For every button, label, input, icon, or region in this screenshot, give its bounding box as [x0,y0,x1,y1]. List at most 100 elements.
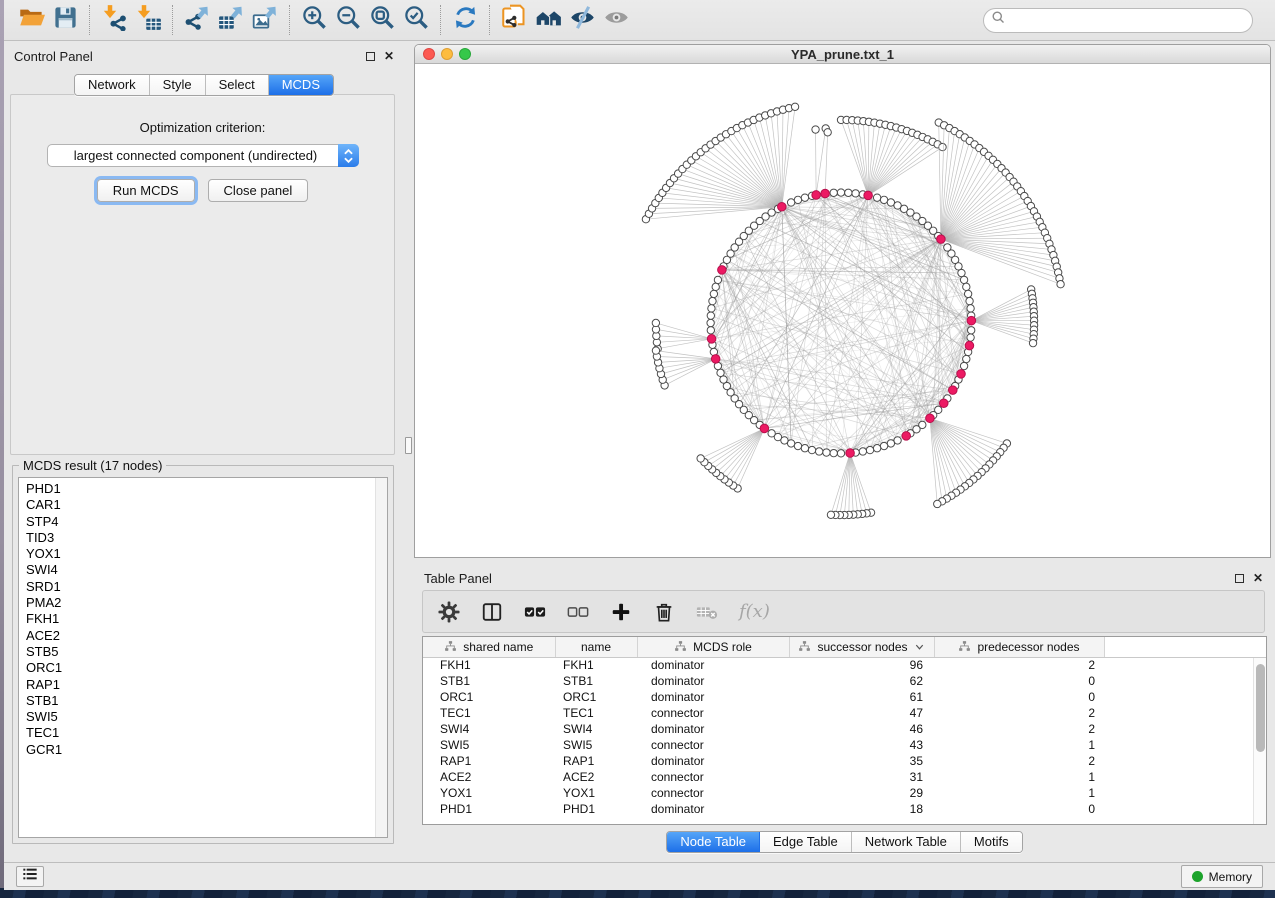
zoom-out-icon [335,4,362,36]
column-header-name[interactable]: name [555,637,637,657]
float-panel-icon[interactable] [366,52,375,61]
selected-option: largest connected component (undirected) [48,148,338,163]
tab-node-table[interactable]: Node Table [667,832,760,852]
optimization-criterion-select[interactable]: largest connected component (undirected) [47,144,359,167]
table-row[interactable]: PHD1 PHD1 dominator 18 0 [423,801,1266,817]
tab-mcds[interactable]: MCDS [269,75,333,95]
hide-selected-button[interactable] [565,4,599,36]
table-header-row: shared name name MCDS role successor nod… [423,637,1266,657]
network-window-titlebar[interactable]: YPA_prune.txt_1 [415,45,1270,64]
open-file-button[interactable] [14,4,48,36]
column-header-mcds-role[interactable]: MCDS role [637,637,789,657]
float-panel-icon[interactable] [1235,574,1244,583]
table-row[interactable]: STB1 STB1 dominator 62 0 [423,673,1266,689]
mcds-result-item[interactable]: SWI5 [26,709,387,725]
table-mode-button[interactable] [438,601,460,623]
export-image-button[interactable] [248,4,282,36]
zoom-out-button[interactable] [331,4,365,36]
first-neighbors-button[interactable] [531,4,565,36]
network-canvas[interactable] [415,65,1270,557]
mcds-result-item[interactable]: STB1 [26,693,387,709]
mcds-result-item[interactable]: STB5 [26,644,387,660]
mcds-result-item[interactable]: GCR1 [26,742,387,758]
import-table-button[interactable] [131,4,165,36]
mcds-result-item[interactable]: STP4 [26,514,387,530]
mcds-result-title: MCDS result (17 nodes) [19,458,166,473]
houses-icon [535,4,562,36]
mcds-result-item[interactable]: YOX1 [26,546,387,562]
mcds-result-item[interactable]: ORC1 [26,660,387,676]
deselect-all-button[interactable] [567,601,589,623]
mcds-result-item[interactable]: PMA2 [26,595,387,611]
show-columns-button[interactable] [481,601,503,623]
tab-motifs[interactable]: Motifs [961,832,1022,852]
export-network-button[interactable] [180,4,214,36]
tab-network[interactable]: Network [75,75,150,95]
network-graph[interactable] [415,65,1270,557]
zoom-in-button[interactable] [297,4,331,36]
close-panel-icon[interactable]: ✕ [384,52,394,61]
save-session-button[interactable] [48,4,82,36]
toolbar-separator [489,5,490,35]
mcds-result-group: MCDS result (17 nodes) PHD1CAR1STP4TID3Y… [12,465,394,844]
run-mcds-button[interactable]: Run MCDS [97,179,195,202]
mcds-result-item[interactable]: PHD1 [26,481,387,497]
table-row[interactable]: FKH1 FKH1 dominator 96 2 [423,657,1266,673]
column-type-icon [798,640,811,653]
tab-select[interactable]: Select [206,75,269,95]
close-panel-button[interactable]: Close panel [208,179,309,202]
node-table: shared name name MCDS role successor nod… [422,636,1267,825]
search-icon [991,10,1006,30]
vertical-splitter[interactable] [404,41,414,862]
task-history-button[interactable] [16,866,44,887]
mcds-list-scrollbar[interactable] [375,478,387,837]
table-row[interactable]: ORC1 ORC1 dominator 61 0 [423,689,1266,705]
apply-layout-button[interactable] [448,4,482,36]
table-row[interactable]: YOX1 YOX1 connector 29 1 [423,785,1266,801]
create-column-button[interactable] [610,601,632,623]
export-table-button[interactable] [214,4,248,36]
table-row[interactable]: TEC1 TEC1 connector 47 2 [423,705,1266,721]
search-input[interactable] [1006,10,1252,30]
close-panel-icon[interactable]: ✕ [1253,574,1263,583]
tab-style[interactable]: Style [150,75,206,95]
mcds-result-item[interactable]: FKH1 [26,611,387,627]
mcds-result-item[interactable]: TEC1 [26,725,387,741]
function-builder-button: f(x) [739,601,770,622]
zoom-selected-button[interactable] [399,4,433,36]
mcds-result-item[interactable]: RAP1 [26,677,387,693]
mcds-result-item[interactable]: ACE2 [26,628,387,644]
new-network-from-selection-button[interactable] [497,4,531,36]
select-all-button[interactable] [524,601,546,623]
column-header-shared-name[interactable]: shared name [423,637,555,657]
table-row[interactable]: SWI4 SWI4 dominator 46 2 [423,721,1266,737]
column-header-successor-nodes[interactable]: successor nodes [789,637,934,657]
unchecked-boxes-icon [567,601,589,623]
tab-edge-table[interactable]: Edge Table [760,832,852,852]
mcds-result-item[interactable]: TID3 [26,530,387,546]
import-network-button[interactable] [97,4,131,36]
column-type-icon [958,640,971,653]
memory-button[interactable]: Memory [1181,865,1263,888]
table-row[interactable]: ACE2 ACE2 connector 31 1 [423,769,1266,785]
tab-network-table[interactable]: Network Table [852,832,961,852]
show-all-button[interactable] [599,4,633,36]
plus-icon [610,601,632,623]
table-scrollbar-thumb[interactable] [1256,664,1265,752]
table-row[interactable]: RAP1 RAP1 dominator 35 2 [423,753,1266,769]
table-row[interactable]: SWI5 SWI5 connector 43 1 [423,737,1266,753]
column-header-predecessor-nodes[interactable]: predecessor nodes [934,637,1104,657]
mcds-result-item[interactable]: CAR1 [26,497,387,513]
mcds-result-item[interactable]: SWI4 [26,562,387,578]
splitter-grip[interactable] [405,437,412,454]
network-window-title: YPA_prune.txt_1 [415,47,1270,62]
table-scrollbar[interactable] [1253,658,1266,824]
mcds-result-item[interactable]: SRD1 [26,579,387,595]
mcds-result-list[interactable]: PHD1CAR1STP4TID3YOX1SWI4SRD1PMA2FKH1ACE2… [18,477,388,838]
zoom-fit-button[interactable] [365,4,399,36]
trash-icon [653,601,675,623]
search-field[interactable] [983,8,1253,33]
delete-table-icon [696,601,718,623]
toolbar-separator [172,5,173,35]
delete-columns-button[interactable] [653,601,675,623]
